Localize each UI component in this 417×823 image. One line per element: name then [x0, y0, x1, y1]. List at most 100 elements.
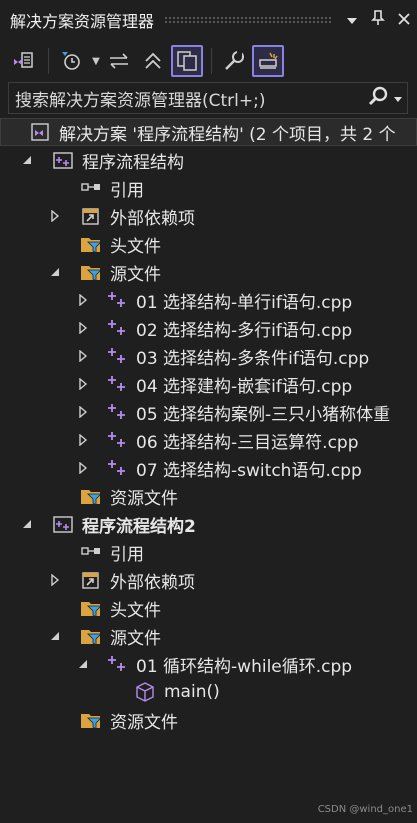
- func-icon: [134, 681, 156, 703]
- expanded-arrow-icon[interactable]: [20, 153, 34, 167]
- source-file-node[interactable]: 01 循环结构-while循环.cpp: [0, 650, 417, 678]
- filter-icon: [80, 233, 102, 255]
- project-node-label: 程序流程结构: [82, 152, 184, 173]
- references-node-label: 引用: [110, 544, 144, 565]
- headers-folder-label: 头文件: [110, 236, 161, 257]
- source-file-node-label: 01 选择结构-单行if语句.cpp: [136, 292, 353, 313]
- expanded-arrow-icon[interactable]: [76, 657, 90, 671]
- cpp-icon: [106, 429, 128, 451]
- filter-icon: [80, 597, 102, 619]
- preview-icon[interactable]: [252, 45, 284, 77]
- filter-icon: [80, 261, 102, 283]
- collapsed-arrow-icon[interactable]: [48, 573, 62, 587]
- source-file-node[interactable]: 01 选择结构-单行if语句.cpp: [0, 286, 417, 314]
- references-icon: [80, 177, 102, 199]
- source-file-node[interactable]: 06 选择结构-三目运算符.cpp: [0, 426, 417, 454]
- external-deps-node[interactable]: 外部依赖项: [0, 202, 417, 230]
- external-deps-node-label: 外部依赖项: [110, 572, 195, 593]
- search-input[interactable]: 搜索解决方案资源管理器(Ctrl+;): [9, 86, 367, 111]
- source-file-node[interactable]: 04 选择建构-嵌套if语句.cpp: [0, 370, 417, 398]
- history-icon[interactable]: [55, 45, 87, 77]
- cpp-icon: [106, 317, 128, 339]
- cpp-icon: [106, 653, 128, 675]
- headers-folder-label: 头文件: [110, 600, 161, 621]
- cpp-icon: [106, 457, 128, 479]
- source-file-node-label: 06 选择结构-三目运算符.cpp: [136, 432, 359, 453]
- toolbar-separator: [48, 48, 49, 74]
- source-file-node-label: 03 选择结构-多条件if语句.cpp: [136, 348, 370, 369]
- collapsed-arrow-icon[interactable]: [76, 349, 90, 363]
- show-all-files-icon[interactable]: [171, 45, 203, 77]
- references-node[interactable]: 引用: [0, 538, 417, 566]
- collapsed-arrow-icon[interactable]: [76, 377, 90, 391]
- function-node-label: main(): [164, 682, 220, 702]
- collapse-all-icon[interactable]: [137, 45, 169, 77]
- external-deps-node-label: 外部依赖项: [110, 208, 195, 229]
- source-file-node-label: 04 选择建构-嵌套if语句.cpp: [136, 376, 353, 397]
- sources-folder[interactable]: 源文件: [0, 258, 417, 286]
- source-file-node[interactable]: 03 选择结构-多条件if语句.cpp: [0, 342, 417, 370]
- project-node-label: 程序流程结构2: [82, 516, 196, 537]
- source-file-node-label: 05 选择结构案例-三只小猪称体重: [136, 404, 391, 425]
- resources-folder[interactable]: 资源文件: [0, 482, 417, 510]
- collapsed-arrow-icon[interactable]: [76, 405, 90, 419]
- source-file-node-label: 02 选择结构-多行if语句.cpp: [136, 320, 353, 341]
- properties-icon[interactable]: [218, 45, 250, 77]
- sources-folder[interactable]: 源文件: [0, 622, 417, 650]
- extdeps-icon: [80, 569, 102, 591]
- sources-folder-label: 源文件: [110, 628, 161, 649]
- search-icon[interactable]: [367, 85, 389, 111]
- switch-views-icon[interactable]: [8, 45, 40, 77]
- collapsed-arrow-icon[interactable]: [76, 293, 90, 307]
- pin-icon[interactable]: [365, 10, 391, 30]
- project-icon: [52, 149, 74, 171]
- source-file-node[interactable]: 05 选择结构案例-三只小猪称体重: [0, 398, 417, 426]
- filter-icon: [80, 625, 102, 647]
- headers-folder[interactable]: 头文件: [0, 230, 417, 258]
- project-icon: [52, 513, 74, 535]
- solution-node-label: 解决方案 '程序流程结构' (2 个项目，共 2 个: [59, 124, 396, 145]
- window-title: 解决方案资源管理器: [10, 12, 155, 31]
- toolbar-separator: [211, 48, 212, 74]
- collapsed-arrow-icon[interactable]: [76, 461, 90, 475]
- watermark: CSDN @wind_one1: [317, 804, 413, 815]
- project-node[interactable]: 程序流程结构: [0, 146, 417, 174]
- sources-folder-label: 源文件: [110, 264, 161, 285]
- collapsed-arrow-icon[interactable]: [76, 433, 90, 447]
- references-node-label: 引用: [110, 180, 144, 201]
- cpp-icon: [106, 345, 128, 367]
- references-icon: [80, 541, 102, 563]
- project-node[interactable]: 程序流程结构2: [0, 510, 417, 538]
- function-node[interactable]: main(): [0, 678, 417, 706]
- search-options-icon[interactable]: [393, 89, 403, 108]
- dropdown-icon[interactable]: [339, 11, 365, 30]
- resources-folder-label: 资源文件: [110, 712, 178, 733]
- headers-folder[interactable]: 头文件: [0, 594, 417, 622]
- resources-folder[interactable]: 资源文件: [0, 706, 417, 734]
- solution-tree: 解决方案 '程序流程结构' (2 个项目，共 2 个程序流程结构 引用 外部依赖项头…: [0, 118, 417, 823]
- collapsed-arrow-icon[interactable]: [48, 209, 62, 223]
- search-box[interactable]: 搜索解决方案资源管理器(Ctrl+;): [8, 82, 408, 114]
- extdeps-icon: [80, 205, 102, 227]
- filter-icon: [80, 709, 102, 731]
- drag-grip[interactable]: [164, 16, 331, 24]
- source-file-node[interactable]: 07 选择结构-switch语句.cpp: [0, 454, 417, 482]
- close-icon[interactable]: [391, 11, 417, 30]
- references-node[interactable]: 引用: [0, 174, 417, 202]
- solution-icon: [29, 121, 51, 143]
- source-file-node[interactable]: 02 选择结构-多行if语句.cpp: [0, 314, 417, 342]
- expanded-arrow-icon[interactable]: [48, 629, 62, 643]
- solution-node[interactable]: 解决方案 '程序流程结构' (2 个项目，共 2 个: [0, 118, 417, 146]
- cpp-icon: [106, 401, 128, 423]
- title-bar: 解决方案资源管理器: [0, 0, 417, 40]
- collapsed-arrow-icon[interactable]: [76, 321, 90, 335]
- resources-folder-label: 资源文件: [110, 488, 178, 509]
- history-dropdown-icon[interactable]: ▼: [89, 56, 103, 67]
- expanded-arrow-icon[interactable]: [48, 265, 62, 279]
- sync-icon[interactable]: [103, 45, 135, 77]
- cpp-icon: [106, 373, 128, 395]
- toolbar: ▼: [0, 40, 417, 82]
- filter-icon: [80, 485, 102, 507]
- external-deps-node[interactable]: 外部依赖项: [0, 566, 417, 594]
- expanded-arrow-icon[interactable]: [20, 517, 34, 531]
